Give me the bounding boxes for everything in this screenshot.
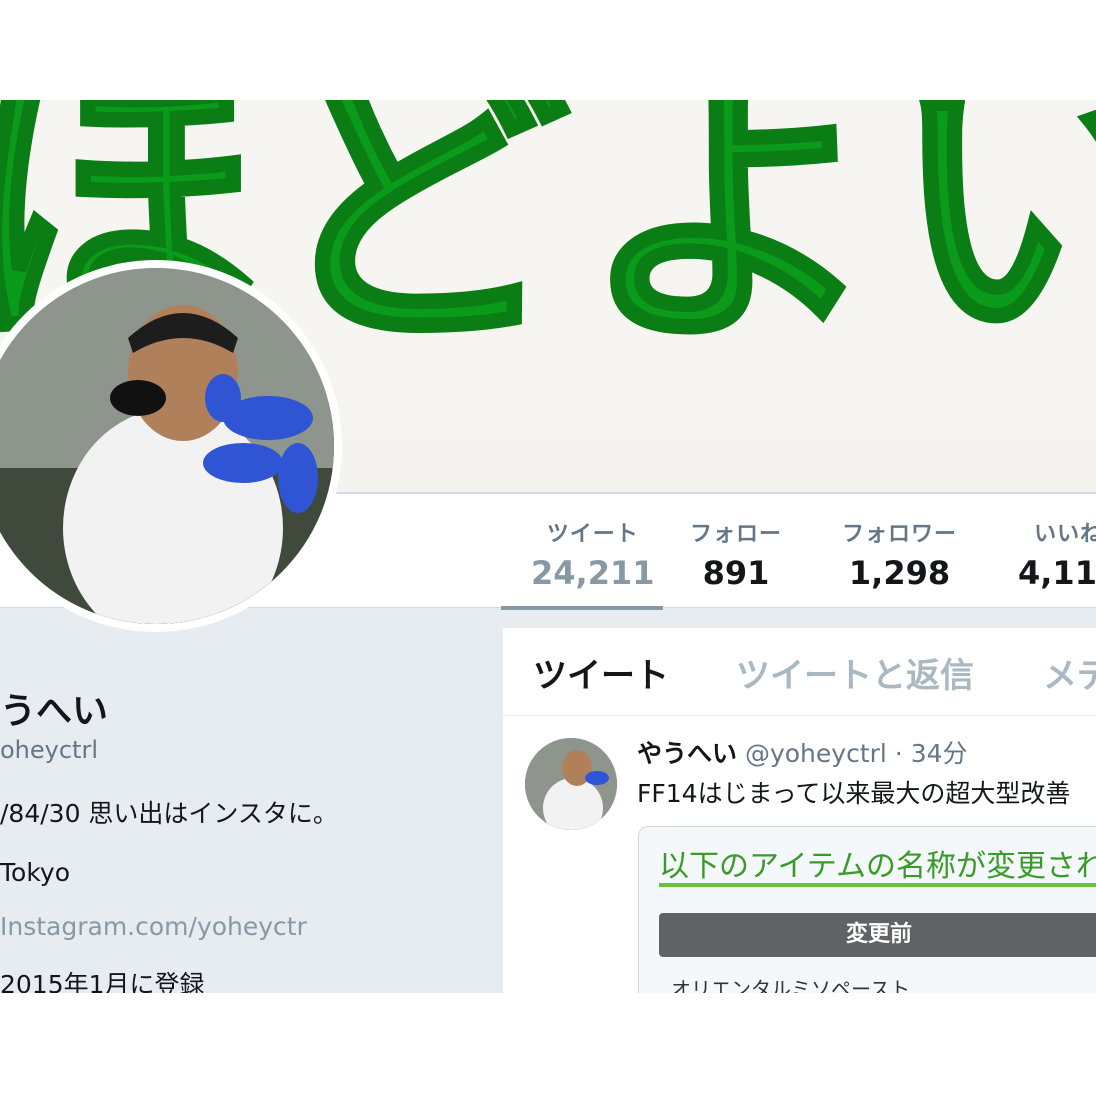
profile-handle: oheyctrl xyxy=(0,736,99,764)
stat-likes-count: 4,119 xyxy=(1018,554,1096,592)
tweet-handle-time[interactable]: @yoheyctrl · 34分 xyxy=(745,739,968,768)
card-before-label: 変更前 xyxy=(659,913,1096,957)
stat-followers[interactable]: フォロワー 1,298 xyxy=(842,516,957,592)
profile-sidebar: うへい oheyctrl /84/30 思い出はインスタに。 Tokyo Ins… xyxy=(0,608,500,993)
card-heading-rule xyxy=(659,883,1096,887)
profile-location: Tokyo xyxy=(0,858,70,887)
stat-tweets-count: 24,211 xyxy=(531,554,655,592)
tweet-header: やうへい @yoheyctrl · 34分 xyxy=(637,734,968,770)
timeline-tabs: ツイート ツイートと返信 メデ xyxy=(503,628,1096,716)
stat-tweets[interactable]: ツイート 24,211 xyxy=(531,516,654,592)
tab-tweets-and-replies[interactable]: ツイートと返信 xyxy=(736,648,974,697)
stat-following-count: 891 xyxy=(702,554,770,592)
card-item-name: オリエンタルミソペースト xyxy=(671,977,910,993)
stat-following-label: フォロー xyxy=(690,522,783,547)
avatar-photo xyxy=(0,268,334,624)
active-stat-underline xyxy=(501,606,663,610)
avatar-illustration xyxy=(0,268,334,624)
tab-media[interactable]: メデ xyxy=(1043,648,1096,697)
profile-name: うへい xyxy=(0,691,109,732)
stat-followers-label: フォロワー xyxy=(842,522,958,547)
stat-followers-count: 1,298 xyxy=(848,554,951,592)
stat-likes-label: いいね xyxy=(1034,522,1096,547)
card-heading: 以下のアイテムの名称が変更され xyxy=(659,849,1096,884)
stat-likes[interactable]: いいね 4,119 xyxy=(1018,516,1096,592)
tweet-image-card[interactable]: 以下のアイテムの名称が変更され 変更前 オリエンタルミソペースト xyxy=(638,826,1096,993)
tweet[interactable]: やうへい @yoheyctrl · 34分 FF14はじまって以来最大の超大型改… xyxy=(503,718,1096,993)
timeline: ツイート ツイートと返信 メデ やうへい @yoheyctrl · 34分 FF… xyxy=(503,628,1096,993)
profile-bio: /84/30 思い出はインスタに。 xyxy=(0,799,338,828)
profile-join-date: 2015年1月に登録 xyxy=(0,970,205,993)
tweet-avatar[interactable] xyxy=(525,738,617,830)
tweet-author-name[interactable]: やうへい xyxy=(637,739,737,768)
tab-tweets[interactable]: ツイート xyxy=(533,648,669,697)
profile-screenshot: ほどよい距 ツイート 24,211 フォロー 891 フォロワー 1,298 い… xyxy=(0,100,1096,993)
profile-url-link[interactable]: Instagram.com/yoheyctr xyxy=(0,912,307,941)
stat-tweets-label: ツイート xyxy=(546,522,639,547)
tweet-text: FF14はじまって以来最大の超大型改善 xyxy=(637,779,1071,808)
tweet-avatar-illustration xyxy=(525,738,617,830)
stat-following[interactable]: フォロー 891 xyxy=(690,516,782,592)
